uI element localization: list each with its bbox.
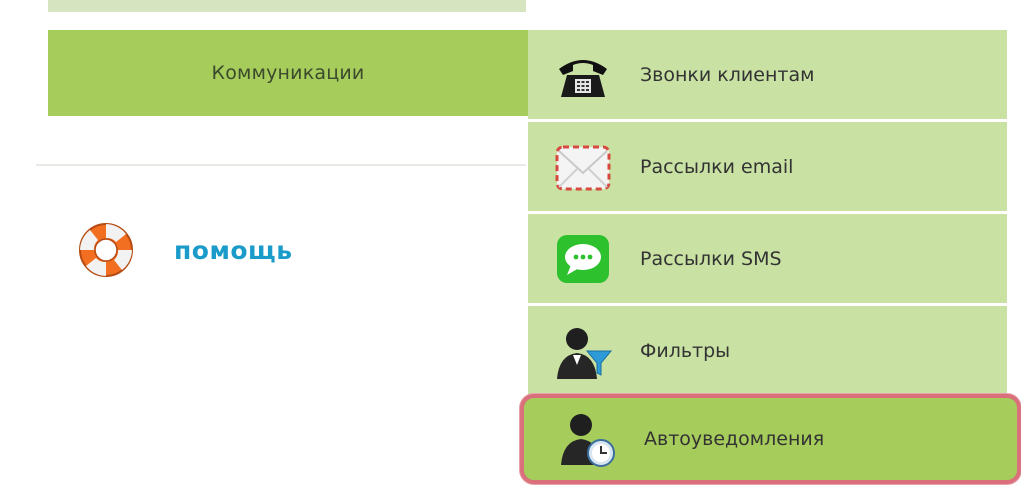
phone-icon: [559, 59, 607, 97]
submenu-item-sms-campaigns-label: Рассылки SMS: [640, 247, 782, 270]
submenu-item-auto-notifications-label: Автоуведомления: [644, 428, 825, 450]
submenu-item-email-campaigns[interactable]: Рассылки email: [528, 122, 1007, 211]
submenu-item-filters[interactable]: Фильтры: [528, 306, 1007, 395]
submenu-item-email-campaigns-label: Рассылки email: [640, 155, 794, 178]
top-strip: [48, 0, 526, 12]
sms-bubble-icon: [557, 234, 609, 283]
top-strip-right: [526, 0, 1021, 12]
submenu-item-sms-campaigns[interactable]: Рассылки SMS: [528, 214, 1007, 303]
submenu-item-auto-notifications[interactable]: Автоуведомления: [520, 394, 1021, 484]
menu-item-communications-label: Коммуникации: [211, 62, 365, 84]
envelope-icon: [555, 145, 611, 190]
help-link[interactable]: помощь: [76, 218, 293, 282]
lifebuoy-icon: [79, 223, 133, 277]
submenu-item-filters-label: Фильтры: [640, 339, 731, 362]
divider: [36, 164, 526, 166]
user-filter-icon: [557, 327, 613, 379]
help-label: помощь: [174, 235, 293, 265]
menu-item-communications[interactable]: Коммуникации: [48, 30, 528, 116]
submenu-item-client-calls[interactable]: Звонки клиентам: [528, 30, 1007, 119]
user-clock-icon: [561, 414, 615, 467]
submenu-item-client-calls-label: Звонки клиентам: [640, 63, 815, 86]
